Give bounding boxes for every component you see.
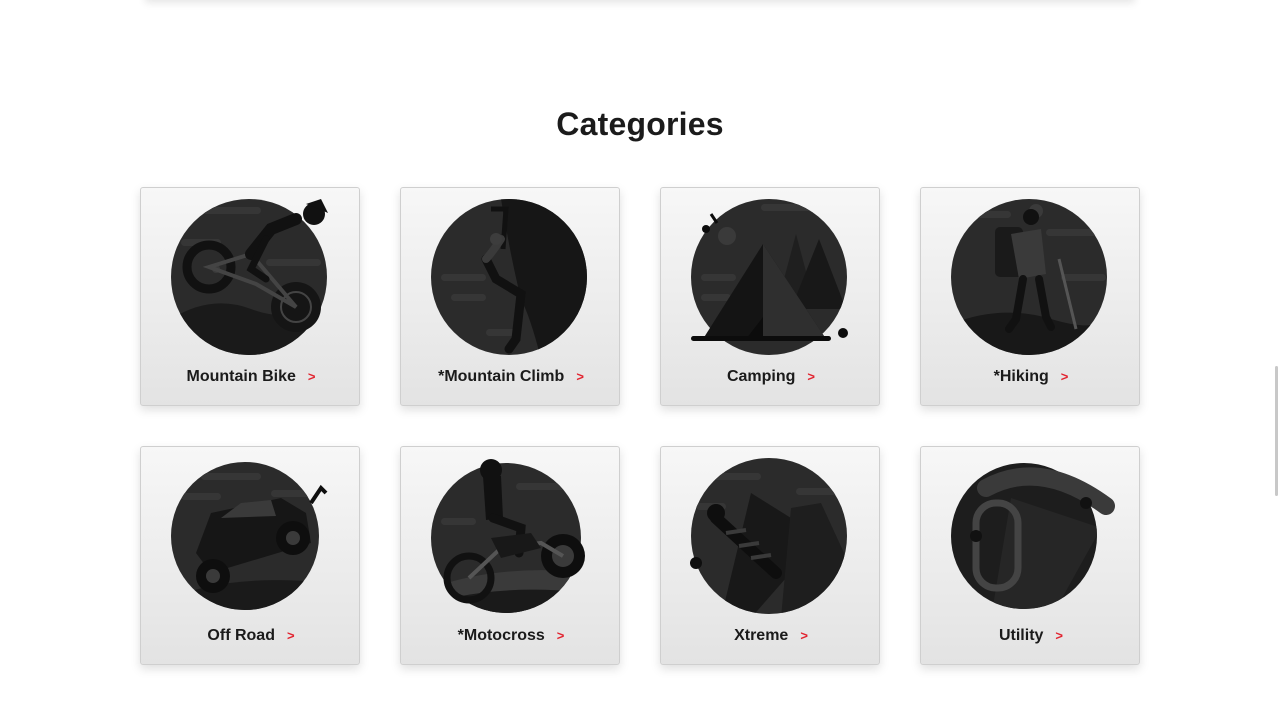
category-label-text: *Motocross <box>457 627 545 644</box>
section-title: Categories <box>556 106 724 142</box>
category-label: Off Road > <box>141 627 361 645</box>
category-card-mountain-bike[interactable]: Mountain Bike > <box>140 187 360 406</box>
category-label-text: Utility <box>998 627 1044 644</box>
category-label: Camping > <box>661 368 881 386</box>
off-road-icon <box>171 462 328 610</box>
page: Categories Mountain Bike > *Mountain Cli… <box>0 0 1280 720</box>
category-label: *Motocross > <box>401 627 621 645</box>
motocross-icon <box>431 459 585 613</box>
chevron-right-icon: > <box>1060 369 1069 384</box>
category-card-xtreme[interactable]: Xtreme > <box>660 446 880 665</box>
chevron-right-icon: > <box>556 628 565 643</box>
chevron-right-icon: > <box>1055 628 1064 643</box>
hiking-icon <box>951 199 1107 355</box>
category-label-text: *Mountain Climb <box>438 368 565 385</box>
category-card-mountain-climb[interactable]: *Mountain Climb > <box>400 187 620 406</box>
chevron-right-icon: > <box>307 369 316 384</box>
camping-icon <box>691 199 848 355</box>
scrollbar-thumb[interactable] <box>1275 366 1278 496</box>
category-label-text: *Hiking <box>993 368 1049 385</box>
mountain-bike-icon <box>171 199 328 355</box>
chevron-right-icon: > <box>807 369 816 384</box>
chevron-right-icon: > <box>286 628 295 643</box>
mountain-climb-icon <box>431 199 587 355</box>
category-label-text: Camping <box>726 368 796 385</box>
category-card-off-road[interactable]: Off Road > <box>140 446 360 665</box>
chevron-right-icon: > <box>576 369 584 384</box>
category-label: *Mountain Climb > <box>401 368 621 386</box>
category-card-camping[interactable]: Camping > <box>660 187 880 406</box>
category-label-text: Off Road <box>207 627 275 644</box>
utility-icon <box>951 463 1115 609</box>
category-card-motocross[interactable]: *Motocross > <box>400 446 620 665</box>
xtreme-icon <box>690 458 847 614</box>
category-label: Utility > <box>921 627 1141 645</box>
category-card-hiking[interactable]: *Hiking > <box>920 187 1140 406</box>
category-label: Xtreme > <box>661 627 881 645</box>
category-label-text: Xtreme <box>734 627 789 644</box>
category-card-utility[interactable]: Utility > <box>920 446 1140 665</box>
category-label: Mountain Bike > <box>141 368 361 386</box>
chevron-right-icon: > <box>800 628 808 643</box>
categories-grid: Mountain Bike > *Mountain Climb > Campin… <box>140 187 1140 665</box>
category-label-text: Mountain Bike <box>186 368 296 385</box>
category-label: *Hiking > <box>921 368 1141 386</box>
